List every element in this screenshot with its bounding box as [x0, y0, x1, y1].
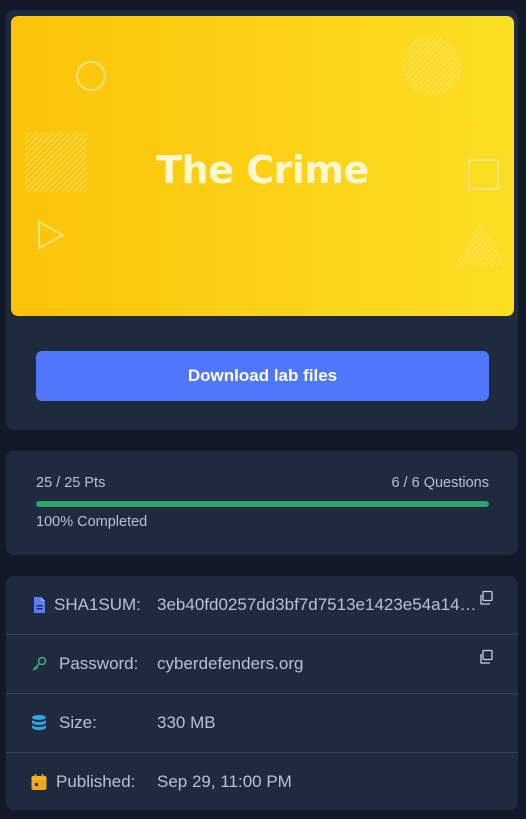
lab-card: The Crime Download lab files: [6, 10, 518, 430]
password-label: Password:: [59, 654, 139, 673]
published-value: Sep 29, 11:00 PM: [157, 772, 292, 791]
copy-icon[interactable]: [478, 649, 494, 665]
size-value: 330 MB: [157, 713, 216, 732]
published-row: Published: Sep 29, 11:00 PM: [6, 753, 518, 811]
progress-card: 25 / 25 Pts 6 / 6 Questions 100% Complet…: [6, 451, 518, 555]
size-row: Size: 330 MB: [6, 694, 518, 753]
progress-bar: [36, 501, 489, 507]
sha1-row: SHA1SUM: 3eb40fd0257dd3bf7d7513e1423e54a…: [6, 576, 518, 635]
calendar-icon: [31, 774, 47, 790]
copy-icon[interactable]: [478, 590, 494, 606]
lab-title: The Crime: [156, 148, 369, 192]
lab-info-card: SHA1SUM: 3eb40fd0257dd3bf7d7513e1423e54a…: [6, 576, 518, 810]
points-text: 25 / 25 Pts: [36, 475, 106, 491]
hatched-triangle-shape: [455, 220, 505, 266]
triangle-outline-shape: [38, 220, 66, 250]
circle-outline-shape: [76, 61, 106, 91]
password-value: cyberdefenders.org: [157, 654, 304, 673]
size-label: Size:: [59, 713, 97, 732]
progress-bar-fill: [36, 501, 489, 507]
completed-text: 100% Completed: [36, 514, 148, 530]
sha1-label: SHA1SUM:: [54, 595, 141, 614]
hatched-circle-shape: [402, 36, 462, 96]
password-row: Password: cyberdefenders.org: [6, 635, 518, 694]
key-icon: [32, 656, 47, 671]
questions-text: 6 / 6 Questions: [391, 475, 489, 491]
sha1-value: 3eb40fd0257dd3bf7d7513e1423e54a14a04e83a: [157, 595, 479, 614]
file-icon: [34, 597, 45, 613]
database-icon: [32, 715, 46, 730]
lab-banner: The Crime: [11, 16, 514, 316]
published-label: Published:: [56, 772, 136, 791]
download-lab-files-button[interactable]: Download lab files: [36, 351, 489, 401]
